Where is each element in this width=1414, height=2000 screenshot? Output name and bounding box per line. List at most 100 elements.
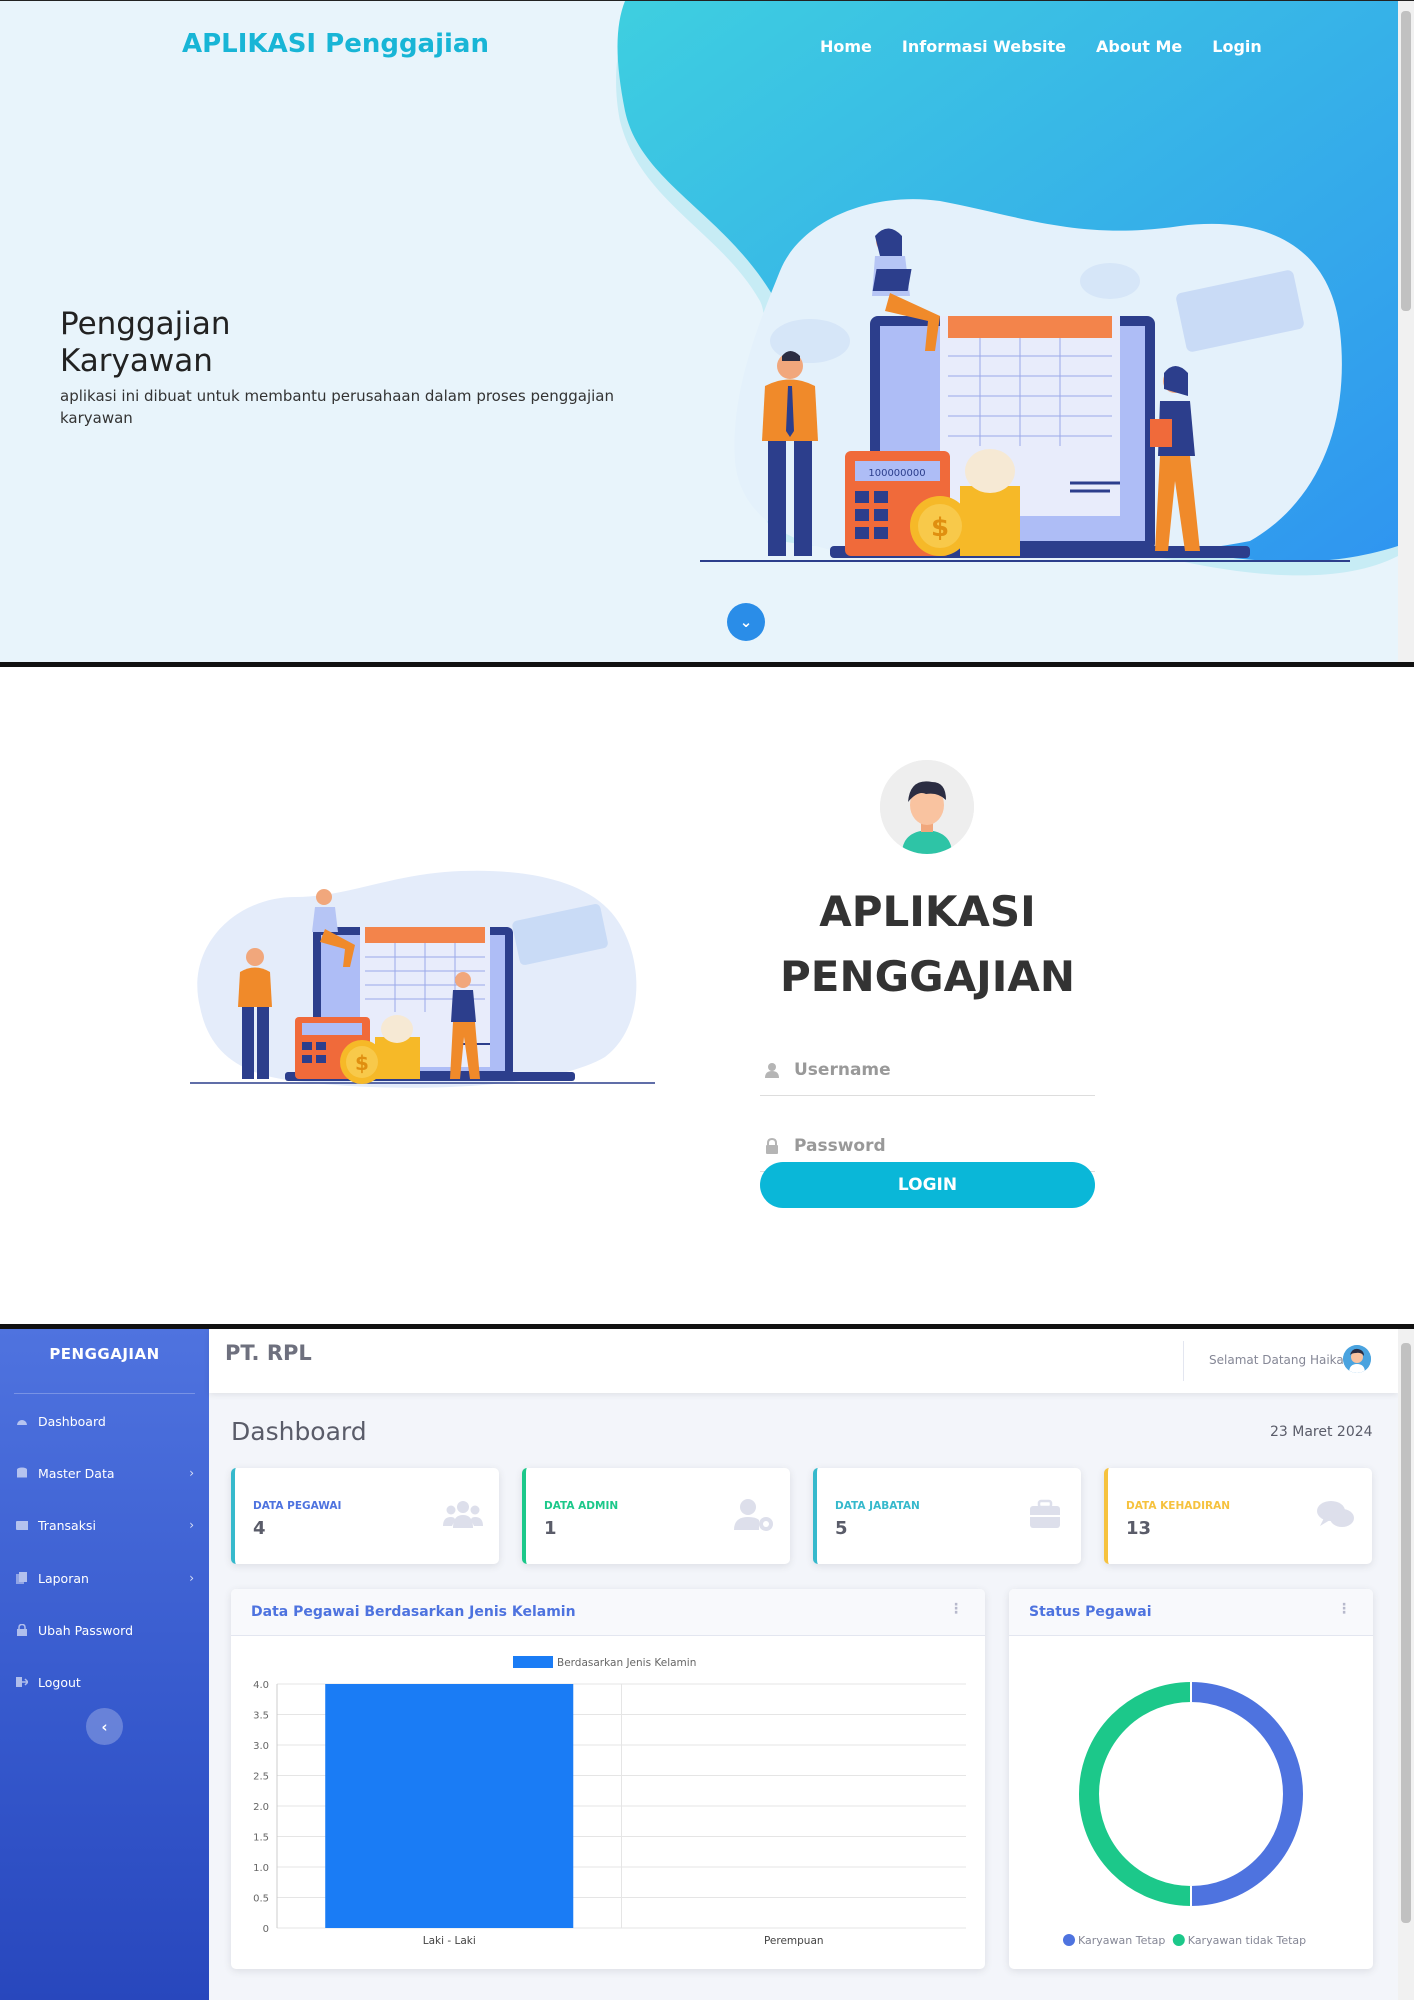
keyboard-icon xyxy=(16,1521,28,1530)
user-avatar[interactable] xyxy=(1343,1345,1371,1373)
login-avatar xyxy=(880,760,974,854)
sidebar-item-label: Ubah Password xyxy=(38,1622,134,1638)
y-tick-label: 0 xyxy=(263,1924,269,1935)
card-data-pegawai[interactable]: DATA PEGAWAI 4 xyxy=(231,1468,499,1564)
user-cog-icon xyxy=(734,1499,773,1531)
legend-dot xyxy=(1172,1934,1185,1946)
nav-about-me[interactable]: About Me xyxy=(1096,37,1182,56)
landing-scrollbar[interactable] xyxy=(1398,1,1414,662)
lock-icon xyxy=(766,1137,778,1154)
y-tick-label: 3.5 xyxy=(253,1711,269,1722)
card-label: DATA JABATAN xyxy=(835,1500,920,1512)
sidebar-item-label: Dashboard xyxy=(38,1413,106,1429)
y-tick-label: 1.5 xyxy=(253,1833,269,1844)
sidebar-item-master-data[interactable]: Master Data › xyxy=(16,1462,194,1484)
card-data-kehadiran[interactable]: DATA KEHADIRAN 13 xyxy=(1104,1468,1372,1564)
app-brand[interactable]: APLIKASI Penggajian xyxy=(182,29,489,59)
landing-page: APLIKASI Penggajian Home Informasi Websi… xyxy=(0,0,1414,662)
sidebar-item-transaksi[interactable]: Transaksi › xyxy=(16,1514,194,1536)
user-avatar-icon xyxy=(880,760,974,854)
username-placeholder[interactable]: Username xyxy=(794,1060,891,1080)
more-vertical-icon[interactable]: ⋮ xyxy=(949,1601,963,1617)
card-label: DATA KEHADIRAN xyxy=(1126,1500,1231,1512)
sidebar-divider xyxy=(14,1393,195,1394)
card-value: 5 xyxy=(835,1518,848,1539)
svg-text:$: $ xyxy=(355,1051,369,1075)
sidebar-item-label: Transaksi xyxy=(38,1517,96,1533)
sidebar-brand[interactable]: PENGGAJIAN xyxy=(0,1345,209,1363)
comments-icon xyxy=(1317,1501,1354,1527)
y-tick-label: 1.0 xyxy=(253,1863,269,1874)
login-page: $ APLIKASI PENGGAJIAN Username Password … xyxy=(0,667,1414,1324)
legend-label: Berdasarkan Jenis Kelamin xyxy=(557,1657,696,1669)
username-field[interactable]: Username xyxy=(760,1044,1095,1096)
scroll-down-button[interactable]: ⌄ xyxy=(727,603,765,641)
nav-login[interactable]: Login xyxy=(1212,37,1262,56)
legend-label: Karyawan Tetap xyxy=(1078,1934,1165,1947)
sidebar-item-label: Laporan xyxy=(38,1570,89,1586)
login-title-line1: APLIKASI xyxy=(819,887,1036,936)
card-data-jabatan[interactable]: DATA JABATAN 5 xyxy=(813,1468,1081,1564)
nav-informasi-website[interactable]: Informasi Website xyxy=(902,37,1066,56)
dashboard-page: PENGGAJIAN Dashboard Master Data › Trans… xyxy=(0,1329,1414,2000)
user-icon xyxy=(765,1062,779,1078)
dashboard-scrollbar[interactable] xyxy=(1398,1329,1414,2000)
card-data-admin[interactable]: DATA ADMIN 1 xyxy=(522,1468,790,1564)
donut-chart: Karyawan Tetap Karyawan tidak Tetap xyxy=(1063,1682,1306,1947)
sidebar-item-logout[interactable]: Logout xyxy=(16,1671,194,1693)
more-vertical-icon[interactable]: ⋮ xyxy=(1337,1601,1351,1617)
users-icon xyxy=(443,1501,483,1528)
nav-home[interactable]: Home xyxy=(820,37,872,56)
database-icon xyxy=(17,1467,27,1478)
sidebar-item-label: Logout xyxy=(38,1674,81,1690)
login-app-title: APLIKASI PENGGAJIAN xyxy=(760,879,1095,1009)
lock-icon xyxy=(17,1624,27,1636)
welcome-text[interactable]: Selamat Datang Haikal xyxy=(1209,1353,1347,1367)
chevron-left-icon: ‹ xyxy=(101,1717,108,1736)
legend-dot xyxy=(1063,1934,1075,1946)
card-value: 4 xyxy=(253,1518,266,1539)
chevron-right-icon: › xyxy=(189,1571,194,1585)
hero-title: Penggajian Karyawan xyxy=(60,306,231,379)
sidebar-toggle-button[interactable]: ‹ xyxy=(86,1708,123,1745)
sidebar-item-label: Master Data xyxy=(38,1465,115,1481)
sidebar-item-laporan[interactable]: Laporan › xyxy=(16,1567,194,1589)
y-tick-label: 0.5 xyxy=(253,1894,269,1905)
panel-header: Status Pegawai ⋮ xyxy=(1009,1589,1373,1636)
sidebar-item-ubah-password[interactable]: Ubah Password xyxy=(16,1619,194,1641)
x-tick-label: Laki - Laki xyxy=(423,1935,476,1947)
y-tick-label: 2.5 xyxy=(253,1772,269,1783)
card-label: DATA ADMIN xyxy=(544,1500,619,1512)
chevron-right-icon: › xyxy=(189,1518,194,1532)
donut-slice xyxy=(1079,1682,1192,1906)
company-name: PT. RPL xyxy=(225,1341,312,1365)
panel-title: Status Pegawai xyxy=(1029,1604,1152,1620)
card-label: DATA PEGAWAI xyxy=(253,1500,342,1512)
tachometer-icon xyxy=(17,1420,27,1425)
calculator-display: 100000000 xyxy=(868,468,925,479)
svg-text:$: $ xyxy=(931,513,949,543)
sidebar: PENGGAJIAN Dashboard Master Data › Trans… xyxy=(0,1329,209,2000)
panel-header: Data Pegawai Berdasarkan Jenis Kelamin ⋮ xyxy=(231,1589,985,1636)
chevron-right-icon: › xyxy=(189,1466,194,1480)
legend-label: Karyawan tidak Tetap xyxy=(1188,1934,1306,1947)
page-date: 23 Maret 2024 xyxy=(1270,1424,1373,1440)
password-placeholder[interactable]: Password xyxy=(794,1136,886,1156)
hero-description: aplikasi ini dibuat untuk membantu perus… xyxy=(60,387,615,427)
top-nav: Home Informasi Website About Me Login xyxy=(820,37,1262,56)
y-tick-label: 2.0 xyxy=(253,1802,269,1813)
sign-out-icon xyxy=(16,1677,28,1687)
login-button[interactable]: LOGIN xyxy=(760,1162,1095,1208)
card-value: 13 xyxy=(1126,1518,1152,1539)
bar-chart: Berdasarkan Jenis Kelamin 0 0.5 1.0 1.5 2.0 2.… xyxy=(253,1656,966,1947)
legend-swatch xyxy=(513,1656,553,1668)
copy-icon xyxy=(16,1572,27,1584)
briefcase-icon xyxy=(1030,1499,1060,1528)
panel-title: Data Pegawai Berdasarkan Jenis Kelamin xyxy=(251,1604,576,1620)
sidebar-item-dashboard[interactable]: Dashboard xyxy=(16,1410,194,1432)
y-tick-label: 3.0 xyxy=(253,1741,269,1752)
login-title-line2: PENGGAJIAN xyxy=(780,952,1075,1001)
bar-laki-laki xyxy=(325,1684,574,1928)
bar-chart-panel: Data Pegawai Berdasarkan Jenis Kelamin ⋮… xyxy=(231,1589,985,1969)
y-tick-label: 4.0 xyxy=(253,1680,269,1691)
